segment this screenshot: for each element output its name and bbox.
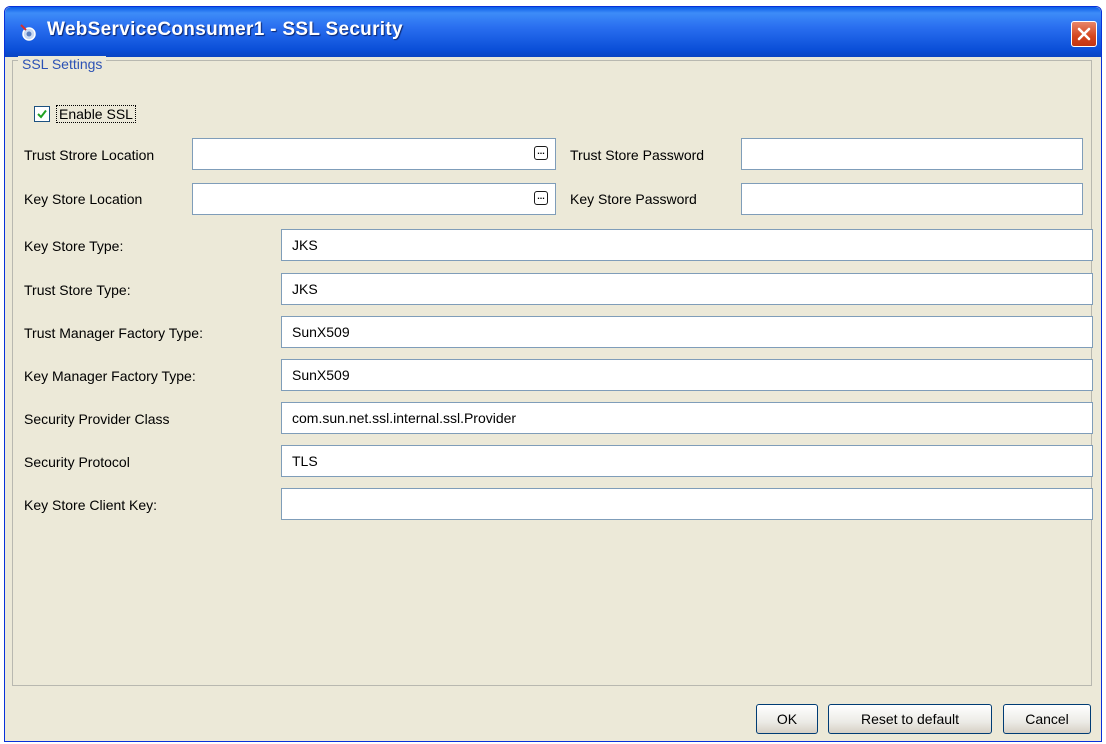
window-title: WebServiceConsumer1 - SSL Security (47, 19, 403, 40)
key-store-type-label: Key Store Type: (24, 238, 124, 254)
group-label: SSL Settings (18, 56, 107, 72)
trust-store-browse-button[interactable]: ... (534, 146, 548, 160)
key-store-client-key-input[interactable] (281, 488, 1093, 520)
key-store-password-label: Key Store Password (570, 191, 697, 207)
cancel-button[interactable]: Cancel (1003, 704, 1091, 734)
security-protocol-label: Security Protocol (24, 454, 130, 470)
trust-store-type-input[interactable]: JKS (281, 273, 1093, 305)
trust-manager-factory-type-label: Trust Manager Factory Type: (24, 325, 203, 341)
enable-ssl-label: Enable SSL (56, 105, 136, 123)
key-store-password-input[interactable] (741, 183, 1083, 215)
enable-ssl-checkbox[interactable] (34, 106, 50, 122)
key-manager-factory-type-input[interactable]: SunX509 (281, 359, 1093, 391)
security-provider-class-input[interactable]: com.sun.net.ssl.internal.ssl.Provider (281, 402, 1093, 434)
close-icon (1077, 27, 1091, 41)
title-bar[interactable]: WebServiceConsumer1 - SSL Security (5, 7, 1101, 57)
key-store-type-input[interactable]: JKS (281, 229, 1093, 261)
key-store-browse-button[interactable]: ... (534, 191, 548, 205)
reset-to-default-button[interactable]: Reset to default (828, 704, 992, 734)
app-icon (19, 23, 39, 43)
security-provider-class-label: Security Provider Class (24, 411, 170, 427)
trust-store-location-label: Trust Strore Location (24, 147, 155, 163)
key-store-location-label: Key Store Location (24, 191, 143, 207)
ok-button[interactable]: OK (756, 704, 818, 734)
key-store-location-input[interactable] (192, 183, 556, 215)
key-manager-factory-type-label: Key Manager Factory Type: (24, 368, 196, 384)
enable-ssl-row[interactable]: Enable SSL (34, 104, 136, 124)
key-store-client-key-label: Key Store Client Key: (24, 497, 158, 513)
trust-manager-factory-type-input[interactable]: SunX509 (281, 316, 1093, 348)
security-protocol-input[interactable]: TLS (281, 445, 1093, 477)
close-button[interactable] (1071, 21, 1097, 47)
trust-store-type-label: Trust Store Type: (24, 282, 131, 298)
trust-store-location-input[interactable] (192, 138, 556, 170)
check-icon (37, 109, 47, 119)
trust-store-password-label: Trust Store Password (570, 147, 705, 163)
trust-store-password-input[interactable] (741, 138, 1083, 170)
